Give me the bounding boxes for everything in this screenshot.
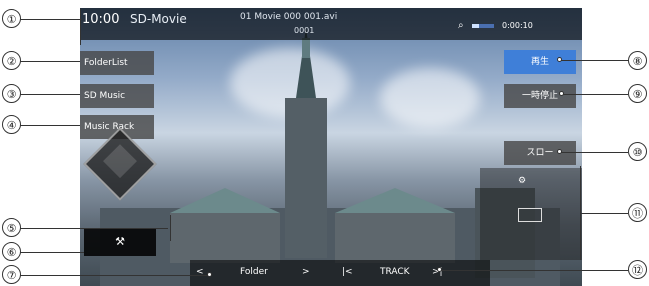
display-toggle-button[interactable]: ⚒ [84, 228, 156, 256]
callout-line [20, 125, 80, 126]
callout-dot [207, 272, 212, 277]
callout-8: ⑧ [628, 51, 647, 70]
callout-line [20, 275, 210, 276]
bottom-control-bar: < Folder > |< TRACK >| [190, 260, 490, 286]
callout-6: ⑥ [2, 242, 21, 261]
search-icon: ⌕ [458, 20, 464, 31]
progress-bar [472, 24, 494, 28]
callout-3: ③ [2, 84, 21, 103]
sd-music-button[interactable]: SD Music [80, 84, 154, 108]
folder-list-button[interactable]: FolderList [80, 51, 154, 75]
track-label: TRACK [380, 267, 410, 277]
callout-line [20, 61, 80, 62]
callout-line [20, 94, 80, 95]
callout-2: ② [2, 51, 21, 70]
callout-9: ⑨ [628, 84, 647, 103]
callout-11: ⑪ [628, 203, 647, 222]
clock: 10:00 [82, 12, 120, 27]
callout-dot [437, 267, 442, 272]
file-name: 01 Movie 000 001.avi [240, 12, 338, 22]
elapsed-time: 0:00:10 [502, 21, 533, 30]
progress-fill [472, 24, 479, 28]
callout-bracket [170, 215, 171, 241]
prev-track-button[interactable]: |< [342, 267, 353, 277]
callout-12: ⑫ [628, 260, 647, 279]
track-number: 0001 [294, 26, 315, 35]
dpad-center[interactable] [103, 144, 137, 179]
callout-dot [557, 149, 562, 154]
callout-bracket [80, 9, 81, 45]
video-screen: 10:00 SD-Movie 01 Movie 000 001.avi 0001… [80, 8, 582, 286]
callout-line [20, 19, 82, 20]
tool-icon: ⚒ [115, 235, 125, 248]
status-bar: 10:00 SD-Movie 01 Movie 000 001.avi 0001… [80, 8, 582, 40]
callout-line [20, 252, 84, 253]
slow-button[interactable]: スロー [504, 141, 576, 165]
callout-line [580, 213, 628, 214]
callout-dot [559, 91, 564, 96]
side-controls-panel: ⚙ [480, 168, 582, 260]
callout-line [560, 152, 628, 153]
source-label: SD-Movie [130, 12, 187, 26]
next-folder-button[interactable]: > [302, 267, 310, 277]
callout-line [440, 270, 628, 271]
callout-10: ⑩ [628, 142, 647, 161]
options-icon[interactable]: ⚙ [518, 176, 526, 186]
screen-mode-icon[interactable] [518, 208, 542, 222]
folder-label: Folder [240, 267, 268, 277]
pause-button[interactable]: 一時停止 [504, 84, 576, 108]
callout-dot [557, 57, 562, 62]
play-button[interactable]: 再生 [504, 50, 576, 74]
callout-5: ⑤ [2, 218, 21, 237]
callout-4: ④ [2, 115, 21, 134]
callout-line [20, 228, 168, 229]
callout-1: ① [2, 9, 21, 28]
callout-line [560, 60, 628, 61]
callout-7: ⑦ [2, 265, 21, 284]
callout-line [562, 94, 628, 95]
